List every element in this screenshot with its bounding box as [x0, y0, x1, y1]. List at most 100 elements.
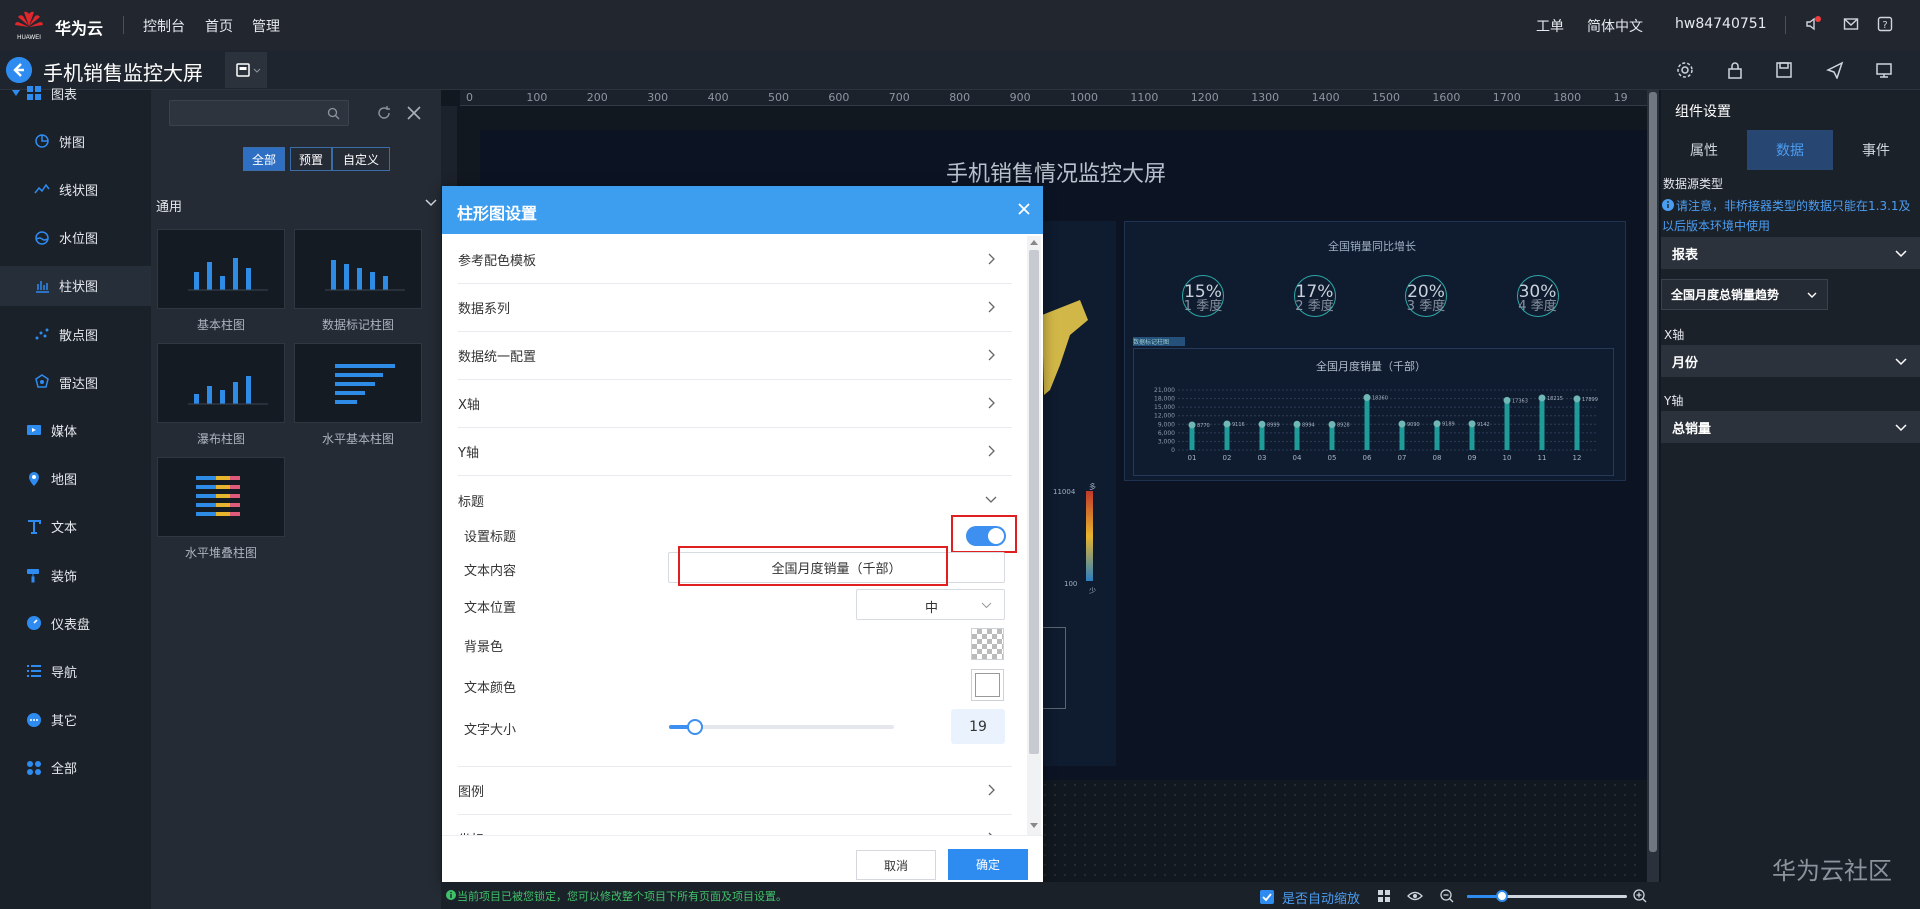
text-icon: [28, 519, 41, 534]
tab-events[interactable]: 事件: [1833, 130, 1919, 170]
scroll-down-icon[interactable]: [1030, 823, 1038, 829]
sidebar-item-media[interactable]: 媒体: [0, 410, 151, 450]
language-select[interactable]: 简体中文: [1587, 16, 1643, 36]
nav-manage[interactable]: 管理: [252, 16, 280, 36]
help-icon[interactable]: ?: [1877, 16, 1893, 32]
component-thumbnail[interactable]: [157, 343, 285, 423]
grid-view-icon[interactable]: [1377, 889, 1391, 903]
report-select[interactable]: 全国月度总销量趋势: [1661, 279, 1828, 310]
font-size-input[interactable]: 19: [951, 709, 1005, 744]
sidebar-item-map-pin[interactable]: 地图: [0, 459, 151, 499]
chevron-down-icon: [1895, 358, 1907, 366]
x-axis-select[interactable]: 月份: [1661, 345, 1920, 377]
scroll-up-icon[interactable]: [1030, 239, 1038, 245]
refresh-icon[interactable]: [376, 105, 392, 121]
preview-screen-icon[interactable]: [1875, 61, 1893, 79]
component-thumbnail[interactable]: [294, 229, 422, 309]
sidebar-item-brush[interactable]: 装饰: [0, 555, 151, 595]
section-row[interactable]: X轴: [458, 380, 1012, 428]
page-switch-tab[interactable]: [225, 52, 267, 88]
cancel-button[interactable]: 取消: [856, 850, 936, 880]
sidebar-item-bar-chart[interactable]: 柱状图: [0, 265, 151, 306]
lock-icon[interactable]: [1726, 61, 1744, 79]
section-label: 图例: [458, 785, 485, 800]
section-row[interactable]: Y轴: [458, 428, 1012, 476]
huawei-logo-icon[interactable]: HUAWEI: [12, 8, 46, 42]
x-tick-label: 10: [1503, 454, 1512, 462]
filter-custom-button[interactable]: 自定义: [332, 147, 390, 171]
search-input[interactable]: [169, 100, 349, 126]
tab-data[interactable]: 数据: [1747, 130, 1833, 170]
tab-properties[interactable]: 属性: [1661, 130, 1747, 170]
brush-icon: [27, 569, 39, 583]
component-label: 水平基本柱图: [321, 432, 394, 446]
confirm-button[interactable]: 确定: [948, 849, 1028, 880]
dialog-scroll-thumb[interactable]: [1029, 250, 1039, 754]
data-label: 9189: [1442, 422, 1455, 428]
section-row[interactable]: 数据统一配置: [458, 332, 1012, 380]
sidebar-item-scatter[interactable]: 散点图: [0, 314, 151, 354]
y-tick-label: 12,000: [1154, 413, 1175, 420]
bg-color-picker[interactable]: [971, 628, 1004, 660]
sidebar-item-line-chart[interactable]: 线状图: [0, 169, 151, 209]
sidebar-item-radar[interactable]: 雷达图: [0, 362, 151, 402]
eye-icon[interactable]: [1407, 889, 1423, 903]
chevron-down-icon[interactable]: [425, 198, 437, 208]
datasource-type-select[interactable]: 报表: [1661, 237, 1920, 269]
section-row[interactable]: 数据系列: [458, 284, 1012, 332]
text-position-select[interactable]: 中: [856, 589, 1005, 620]
sidebar-item-water-level[interactable]: 水位图: [0, 218, 151, 258]
close-panel-icon[interactable]: [406, 105, 422, 121]
more-icon: [27, 712, 41, 727]
filter-preset-button[interactable]: 预置: [290, 147, 332, 171]
component-label: 瀑布柱图: [196, 432, 245, 446]
y-axis-select[interactable]: 总销量: [1661, 411, 1920, 443]
ruler-tick: 19: [1613, 91, 1628, 104]
publish-send-icon[interactable]: [1826, 61, 1844, 79]
brand-name[interactable]: 华为云: [55, 15, 103, 39]
ruler-tick: 1000: [1070, 91, 1098, 104]
component-thumbnail[interactable]: [294, 343, 422, 423]
checkbox-checked-icon[interactable]: [1260, 890, 1274, 904]
component-thumbnail[interactable]: [157, 229, 285, 309]
bar-marker: [1293, 420, 1301, 428]
component-label: 水平堆叠柱图: [184, 546, 257, 560]
sidebar-item-pie-chart[interactable]: 饼图: [0, 121, 151, 161]
user-menu[interactable]: hw84740751: [1675, 16, 1767, 32]
sidebar-item-label: 柱状图: [59, 280, 99, 296]
zoom-out-icon[interactable]: [1440, 889, 1454, 903]
ticket-link[interactable]: 工单: [1536, 16, 1564, 36]
font-size-slider-handle[interactable]: [687, 719, 703, 735]
y-axis-label: Y轴: [1664, 394, 1684, 408]
section-row[interactable]: 标题: [458, 476, 1012, 524]
close-icon[interactable]: [1015, 200, 1033, 218]
section-row[interactable]: 参考配色模板: [458, 236, 1012, 284]
sidebar-item-gauge[interactable]: 仪表盘: [0, 603, 151, 643]
bar: [1364, 397, 1370, 450]
sidebar-item-label: 线状图: [59, 183, 99, 199]
bar-marker: [1188, 421, 1196, 429]
sidebar-item-label: 全部: [51, 762, 78, 778]
filter-all-button[interactable]: 全部: [243, 147, 285, 171]
auto-scale-label[interactable]: 是否自动缩放: [1282, 888, 1360, 907]
mail-icon[interactable]: [1843, 16, 1859, 32]
bar-marker: [1223, 420, 1231, 428]
zoom-in-icon[interactable]: [1633, 889, 1647, 903]
sidebar-item-text[interactable]: 文本: [0, 507, 151, 547]
settings-gear-icon[interactable]: [1676, 61, 1694, 79]
canvas-scroll-thumb[interactable]: [1649, 92, 1657, 852]
nav-console[interactable]: 控制台: [143, 16, 185, 36]
text-content-label: 文本内容: [464, 564, 517, 579]
ruler-tick: 300: [647, 91, 669, 104]
zoom-slider-handle[interactable]: [1496, 890, 1508, 902]
save-icon[interactable]: [1775, 61, 1793, 79]
section-row[interactable]: 图例: [458, 767, 1012, 815]
notification-icon[interactable]: [1805, 16, 1821, 32]
sidebar-item-list[interactable]: 导航: [0, 651, 151, 691]
component-thumbnail[interactable]: [157, 457, 285, 537]
sidebar-item-more[interactable]: 其它: [0, 700, 151, 740]
nav-home[interactable]: 首页: [205, 16, 233, 36]
sidebar-item-grid[interactable]: 图表: [0, 73, 151, 113]
sidebar-item-apps[interactable]: 全部: [0, 748, 151, 788]
quarter-growth-circle: 17% 2 季度: [1293, 275, 1336, 317]
